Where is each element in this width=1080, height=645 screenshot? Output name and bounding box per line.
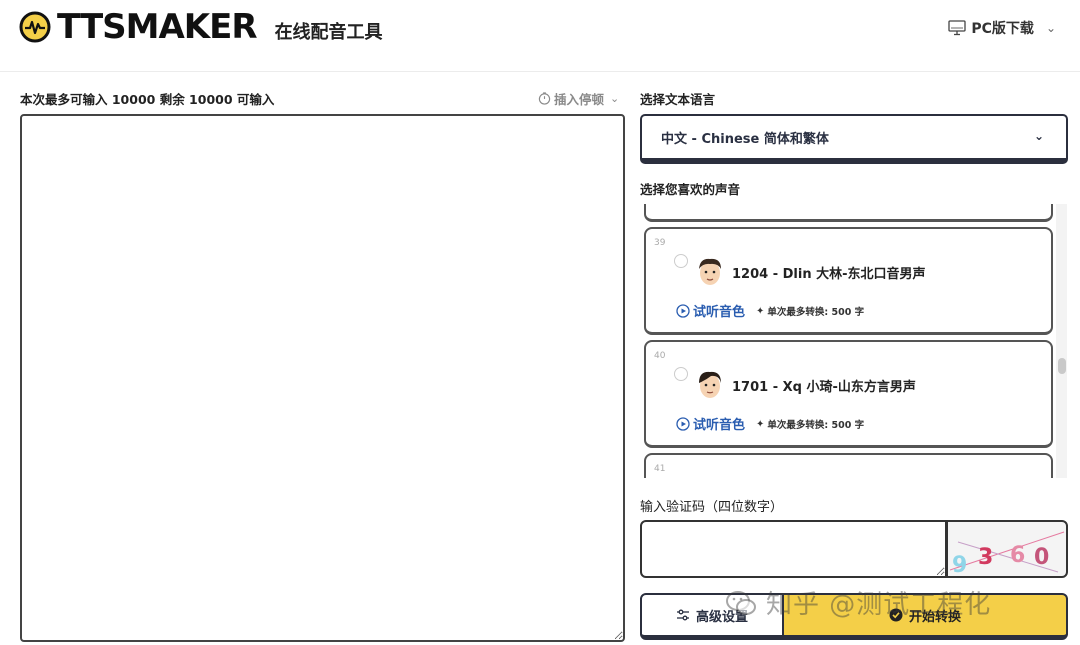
insert-pause-label: 插入停顿 [554,92,605,107]
start-conversion-label: 开始转换 [908,609,961,625]
svg-text:6: 6 [1010,543,1025,568]
preview-voice-button[interactable]: 试听音色 [676,414,745,433]
male-avatar-icon [699,258,721,285]
pc-download-label: PC版下载 [971,21,1034,37]
monitor-icon [948,20,967,36]
sparkle-icon: ✦ [756,418,765,430]
check-circle-icon [889,608,903,622]
language-section-label: 选择文本语言 [640,92,716,107]
advanced-settings-label: 高级设置 [695,609,748,625]
scrollbar-thumb[interactable] [1058,358,1066,374]
voice-index: 40 [654,351,666,361]
sparkle-icon: ✦ [756,305,765,317]
app-header: TTSMAKER 在线配音工具 PC版下载 ⌄ [0,0,1080,72]
preview-voice-button[interactable]: 试听音色 [676,301,745,320]
voice-card[interactable] [644,204,1053,222]
voice-radio[interactable] [674,254,688,268]
preview-voice-label: 试听音色 [693,305,746,320]
text-input-area[interactable] [20,114,625,642]
voice-list[interactable]: 39 1204 - Dlin 大林-东北口音男声 试听音色 ✦ 单次最多转换: … [640,204,1068,478]
preview-voice-label: 试听音色 [693,418,746,433]
language-select[interactable]: 中文 - Chinese 简体和繁体 ⌄ [640,114,1068,164]
svg-text:3: 3 [978,545,993,570]
conversion-limit-label: 单次最多转换: 500 字 [767,307,865,318]
chevron-down-icon: ⌄ [610,92,620,105]
conversion-limit: ✦ 单次最多转换: 500 字 [756,304,865,319]
start-conversion-button[interactable]: 开始转换 [784,593,1068,640]
play-circle-icon [676,303,690,318]
input-limit-label: 本次最多可输入 10000 剩余 10000 可输入 [20,92,275,107]
voice-name: 1701 - Xq 小琦-山东方言男声 [732,380,916,395]
captcha-input[interactable] [640,520,946,578]
logo[interactable]: TTSMAKER 在线配音工具 [19,9,383,45]
language-selected-value: 中文 - Chinese 简体和繁体 [661,131,829,147]
svg-text:9: 9 [952,553,967,576]
logo-pulse-icon [19,11,51,43]
voice-card[interactable]: 40 1701 - Xq 小琦-山东方言男声 试听音色 ✦ 单次最多转换: 50… [644,340,1053,448]
voice-list-scrollbar[interactable] [1056,204,1067,478]
logo-text: TTSMAKER [57,7,258,47]
voice-card[interactable]: 41 [644,453,1053,478]
voice-card[interactable]: 39 1204 - Dlin 大林-东北口音男声 试听音色 ✦ 单次最多转换: … [644,227,1053,335]
voice-index: 39 [654,238,666,248]
chevron-down-icon: ⌄ [1033,129,1044,143]
captcha-image[interactable]: 9 3 6 0 [946,520,1068,578]
logo-subtitle: 在线配音工具 [274,22,383,43]
pc-download-menu[interactable]: PC版下载 ⌄ [948,18,1056,38]
voice-section-label: 选择您喜欢的声音 [640,182,741,197]
play-circle-icon [676,416,690,431]
male-avatar-icon [699,371,721,398]
svg-text:0: 0 [1034,545,1049,570]
sliders-icon [676,609,689,621]
captcha-label: 输入验证码（四位数字） [640,500,784,515]
voice-name: 1204 - Dlin 大林-东北口音男声 [732,267,926,282]
chevron-down-icon: ⌄ [1045,21,1056,35]
insert-pause-dropdown[interactable]: 插入停顿 ⌄ [538,89,619,108]
timer-icon [538,92,551,105]
voice-index: 41 [654,464,666,474]
voice-radio[interactable] [674,367,688,381]
conversion-limit: ✦ 单次最多转换: 500 字 [756,417,865,432]
captcha-graphic: 9 3 6 0 [949,531,1065,576]
conversion-limit-label: 单次最多转换: 500 字 [767,420,865,431]
advanced-settings-button[interactable]: 高级设置 [640,593,784,640]
